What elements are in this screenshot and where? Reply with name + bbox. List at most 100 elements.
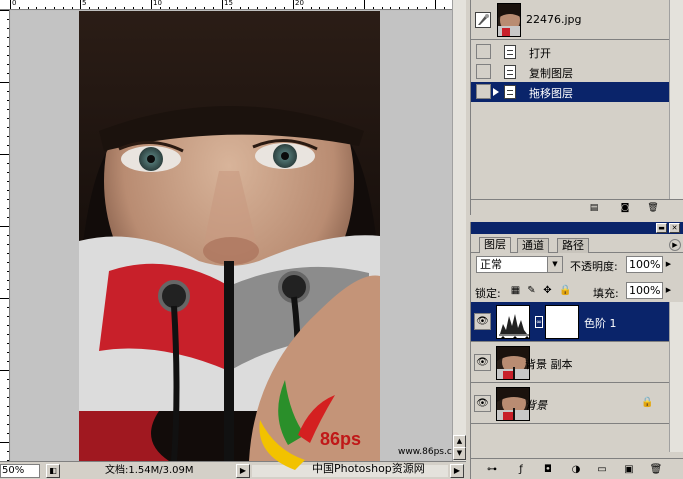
add-mask-icon[interactable]: ◘	[541, 463, 555, 476]
history-item[interactable]: 打开	[471, 42, 669, 62]
ruler-minor-tick	[337, 7, 338, 9]
ruler-minor-tick	[7, 379, 9, 380]
link-icon[interactable]: ∞	[535, 316, 543, 328]
layer-mask-thumbnail[interactable]	[545, 305, 579, 339]
status-arrow-icon[interactable]: ▶	[236, 464, 250, 478]
ruler-minor-tick	[7, 127, 9, 128]
ruler-minor-tick	[7, 100, 9, 101]
ruler-minor-tick	[257, 7, 259, 9]
document-size-info: 文档:1.54M/3.09M	[105, 465, 194, 476]
ruler-label: 15	[224, 0, 233, 7]
ruler-minor-tick	[7, 271, 9, 272]
layer-row[interactable]: 👁 背景 副本	[471, 343, 669, 383]
ruler-minor-tick	[27, 7, 29, 9]
tab-channels[interactable]: 通道	[517, 238, 549, 253]
lock-transparency-icon[interactable]: ▦	[509, 284, 522, 297]
trash-icon[interactable]: 🗑	[646, 202, 660, 214]
ruler-major-tick	[0, 370, 9, 371]
photoshop-workspace: 0 5 10 15 20 86ps www.86ps.com ▲ ▼ 50% ◧…	[0, 0, 683, 479]
lock-image-icon[interactable]: ✎	[525, 284, 538, 297]
trash-icon[interactable]: 🗑	[649, 463, 663, 476]
link-layers-icon[interactable]: ⊶	[485, 463, 499, 476]
ruler-minor-tick	[416, 7, 418, 9]
ruler-minor-tick	[266, 7, 267, 9]
lock-label: 锁定:	[475, 287, 501, 300]
eye-icon[interactable]: 👁	[474, 395, 491, 412]
ruler-minor-tick	[443, 7, 445, 9]
eye-icon[interactable]: 👁	[474, 313, 491, 330]
layer-name: 色阶 1	[584, 317, 617, 330]
fill-field[interactable]: 100%	[626, 282, 663, 299]
eye-icon[interactable]: 👁	[474, 354, 491, 371]
layers-title-bar[interactable]: ▬ ✕	[471, 222, 683, 234]
lock-icon: 🔒	[641, 397, 654, 408]
ruler-major-tick	[151, 0, 152, 9]
close-icon[interactable]: ✕	[669, 223, 680, 233]
logo-text: 86ps	[320, 429, 361, 449]
adjustment-layer-icon[interactable]: ◑	[569, 463, 583, 476]
ruler-minor-tick	[354, 7, 356, 9]
history-snapshot[interactable]: 22476.jpg	[471, 0, 669, 40]
ruler-minor-tick	[7, 316, 9, 317]
ruler-minor-tick	[18, 7, 20, 9]
layer-style-icon[interactable]: ƒ	[514, 463, 528, 476]
blend-mode-select[interactable]: 正常 ▼	[476, 256, 563, 273]
opacity-arrow-icon[interactable]: ▶	[664, 256, 673, 273]
fill-arrow-icon[interactable]: ▶	[664, 282, 673, 299]
layer-row[interactable]: 👁 背景 🔒	[471, 384, 669, 424]
history-item[interactable]: 复制图层	[471, 62, 669, 82]
history-source-checkbox[interactable]	[476, 64, 491, 79]
new-snapshot-icon[interactable]: ◙	[618, 202, 632, 214]
horizontal-ruler[interactable]: 0 5 10 15 20	[0, 0, 452, 10]
ruler-minor-tick	[7, 145, 9, 146]
watermark-logo: 86ps	[250, 375, 385, 470]
ruler-minor-tick	[54, 7, 55, 9]
ruler-minor-tick	[7, 325, 9, 326]
scroll-down-button[interactable]: ▼	[453, 447, 466, 460]
status-menu-icon[interactable]: ◧	[46, 464, 60, 478]
ruler-minor-tick	[7, 280, 9, 281]
document-window: 0 5 10 15 20 86ps www.86ps.com ▲ ▼ 50% ◧…	[0, 0, 466, 479]
ruler-minor-tick	[106, 7, 108, 9]
ruler-minor-tick	[408, 7, 409, 9]
zoom-field[interactable]: 50%	[0, 464, 40, 478]
chevron-down-icon[interactable]: ▼	[547, 257, 562, 272]
ruler-minor-tick	[212, 7, 214, 9]
ruler-minor-tick	[274, 7, 276, 9]
levels-adjustment-thumbnail[interactable]	[496, 305, 530, 339]
history-item[interactable]: 拖移图层	[471, 82, 669, 102]
lock-position-icon[interactable]: ✥	[541, 284, 554, 297]
vertical-ruler[interactable]	[0, 10, 10, 461]
panel-menu-icon[interactable]: ▶	[669, 239, 681, 251]
ruler-minor-tick	[7, 244, 9, 245]
vertical-scrollbar[interactable]: ▲ ▼	[452, 0, 466, 461]
new-layer-icon[interactable]: ▣	[622, 463, 636, 476]
new-document-from-state-icon[interactable]: ▤	[587, 202, 601, 214]
snapshot-brush-icon[interactable]	[475, 12, 491, 28]
history-source-checkbox[interactable]	[476, 84, 491, 99]
ruler-minor-tick	[7, 118, 9, 119]
scroll-right-button[interactable]: ▶	[450, 464, 464, 478]
ruler-minor-tick	[7, 424, 9, 425]
ruler-major-tick	[222, 0, 223, 9]
tab-paths[interactable]: 路径	[557, 238, 589, 253]
opacity-field[interactable]: 100%	[626, 256, 663, 273]
minimize-icon[interactable]: ▬	[656, 223, 667, 233]
new-group-icon[interactable]: ▭	[595, 463, 609, 476]
ruler-minor-tick	[319, 7, 321, 9]
tab-layers[interactable]: 图层	[479, 237, 511, 253]
ruler-minor-tick	[7, 451, 9, 452]
ruler-minor-tick	[7, 91, 9, 92]
ruler-minor-tick	[132, 7, 134, 9]
ruler-minor-tick	[283, 7, 285, 9]
history-scrollbar[interactable]	[669, 0, 683, 200]
layer-row[interactable]: 👁 ∞ 色阶 1	[471, 302, 669, 342]
history-source-checkbox[interactable]	[476, 44, 491, 59]
lock-all-icon[interactable]: 🔒	[559, 284, 572, 297]
ruler-minor-tick	[7, 19, 9, 20]
ruler-minor-tick	[88, 7, 90, 9]
history-state-icon	[504, 65, 516, 79]
ruler-minor-tick	[195, 7, 196, 9]
layers-scrollbar[interactable]	[669, 302, 683, 452]
ruler-minor-tick	[7, 235, 9, 236]
